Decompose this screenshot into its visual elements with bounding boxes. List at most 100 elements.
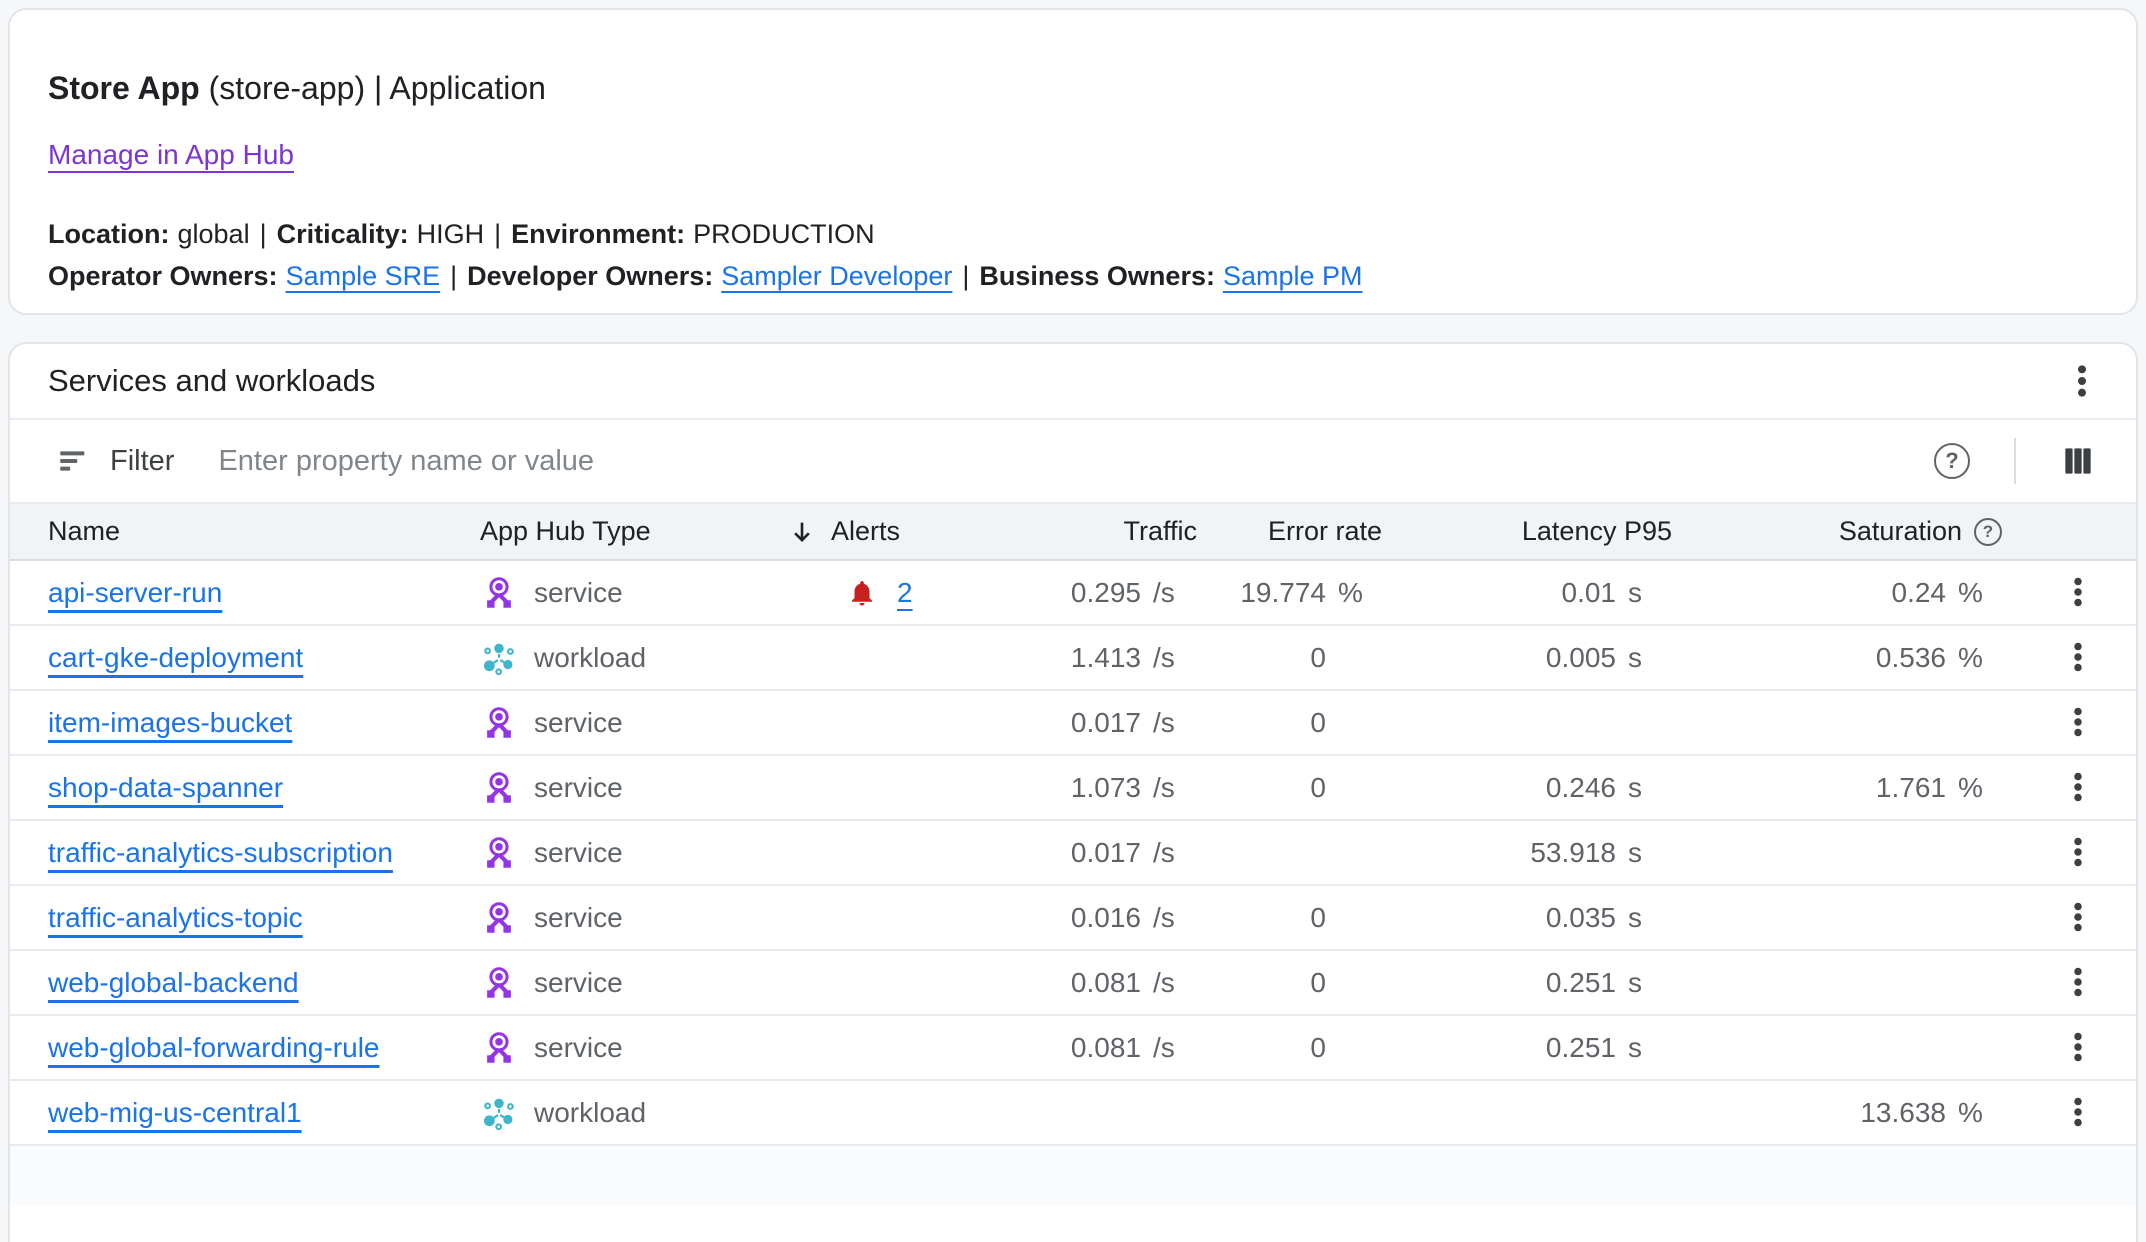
table-body: api-server-run [10,560,2136,1145]
row-actions-cell [2020,690,2136,755]
error-rate-value: 0 [1310,967,1326,999]
row-traffic-cell: 0.016/s [945,885,1215,950]
row-alerts-cell [765,1015,945,1080]
saturation-value: 13.638 [1860,1097,1946,1129]
services-workloads-card: Services and workloads Filter ? Name App… [8,342,2138,1242]
column-display-button[interactable] [2050,433,2106,489]
row-actions-cell [2020,885,2136,950]
resource-name-link[interactable]: shop-data-spanner [48,772,283,803]
row-alerts-cell [765,950,945,1015]
row-name-cell: shop-data-spanner [10,755,440,820]
row-name-cell: cart-gke-deployment [10,625,440,690]
app-hub-type-label: service [534,902,623,934]
row-latency-cell: 0.035s [1400,885,1690,950]
more-vert-icon [2060,704,2096,740]
operator-owners-label: Operator Owners: [48,261,278,291]
column-header-error-rate[interactable]: Error rate [1215,504,1400,560]
row-error-rate-cell: 0 [1215,690,1400,755]
column-header-traffic[interactable]: Traffic [945,504,1215,560]
row-error-rate-cell: 19.774% [1215,560,1400,625]
row-kebab-menu[interactable] [2054,698,2102,746]
row-traffic-cell: 0.081/s [945,950,1215,1015]
row-alerts-cell [765,625,945,690]
row-latency-cell: 0.005s [1400,625,1690,690]
resource-name-link[interactable]: web-global-forwarding-rule [48,1032,380,1063]
resource-name-link[interactable]: web-global-backend [48,967,299,998]
table-row: shop-data-spanner [10,755,2136,820]
row-type-cell: service [440,560,765,625]
location-label: Location: [48,219,170,249]
separator: | [450,261,457,291]
row-kebab-menu[interactable] [2054,828,2102,876]
section-kebab-menu[interactable] [2054,353,2110,409]
service-icon [480,964,518,1002]
row-kebab-menu[interactable] [2054,568,2102,616]
service-icon [480,704,518,742]
latency-unit: s [1628,837,1672,869]
row-actions-cell [2020,1015,2136,1080]
separator: | [494,219,501,249]
row-kebab-menu[interactable] [2054,1088,2102,1136]
app-display-name: Store App [48,70,200,106]
workload-icon [480,1094,518,1132]
table-row: web-global-backend [10,950,2136,1015]
more-vert-icon [2060,1094,2096,1130]
row-name-cell: traffic-analytics-topic [10,885,440,950]
row-saturation-cell: 0.536% [1690,625,2020,690]
column-header-saturation[interactable]: Saturation? [1690,504,2020,560]
criticality-value: HIGH [417,219,485,249]
column-header-latency-p95[interactable]: Latency P95 [1400,504,1690,560]
app-hub-type-label: service [534,577,623,609]
error-rate-value: 0 [1310,902,1326,934]
manage-in-app-hub-link[interactable]: Manage in App Hub [48,139,294,171]
resource-name-link[interactable]: web-mig-us-central1 [48,1097,302,1128]
saturation-unit: % [1958,772,2002,804]
row-kebab-menu[interactable] [2054,958,2102,1006]
resource-name-link[interactable]: traffic-analytics-topic [48,902,303,933]
business-owner-link[interactable]: Sample PM [1223,261,1363,291]
row-traffic-cell: 0.017/s [945,690,1215,755]
column-header-app-hub-type[interactable]: App Hub Type [440,504,765,560]
row-kebab-menu[interactable] [2054,893,2102,941]
location-value: global [178,219,250,249]
row-kebab-menu[interactable] [2054,763,2102,811]
latency-unit: s [1628,902,1672,934]
section-header: Services and workloads [10,344,2136,420]
filter-help-button[interactable]: ? [1924,433,1980,489]
toolbar-divider [2014,438,2016,484]
row-kebab-menu[interactable] [2054,1023,2102,1071]
row-saturation-cell [1690,690,2020,755]
resource-name-link[interactable]: cart-gke-deployment [48,642,303,673]
traffic-unit: /s [1153,837,1197,869]
row-traffic-cell: 1.073/s [945,755,1215,820]
row-traffic-cell: 0.017/s [945,820,1215,885]
row-name-cell: api-server-run [10,560,440,625]
alert-count-link[interactable]: 2 [897,577,913,609]
row-name-cell: web-global-forwarding-rule [10,1015,440,1080]
filter-input[interactable] [216,444,1924,479]
latency-unit: s [1628,642,1672,674]
app-overview-card: Store App (store-app) | Application Mana… [8,8,2138,315]
row-alerts-cell [765,820,945,885]
criticality-label: Criticality: [277,219,409,249]
resource-name-link[interactable]: traffic-analytics-subscription [48,837,393,868]
developer-owner-link[interactable]: Sampler Developer [721,261,952,291]
row-error-rate-cell: 0 [1215,625,1400,690]
table-row: item-images-bucket [10,690,2136,755]
row-kebab-menu[interactable] [2054,633,2102,681]
traffic-unit: /s [1153,642,1197,674]
resource-name-link[interactable]: item-images-bucket [48,707,292,738]
row-type-cell: service [440,820,765,885]
environment-label: Environment: [511,219,685,249]
latency-unit: s [1628,967,1672,999]
row-latency-cell: 0.251s [1400,950,1690,1015]
row-name-cell: item-images-bucket [10,690,440,755]
column-header-alerts[interactable]: Alerts [765,504,945,560]
column-header-name[interactable]: Name [10,504,440,560]
row-saturation-cell [1690,820,2020,885]
saturation-help-icon[interactable]: ? [1974,518,2002,546]
row-error-rate-cell: 0 [1215,1015,1400,1080]
section-title: Services and workloads [48,363,375,399]
resource-name-link[interactable]: api-server-run [48,577,222,608]
operator-owner-link[interactable]: Sample SRE [286,261,441,291]
